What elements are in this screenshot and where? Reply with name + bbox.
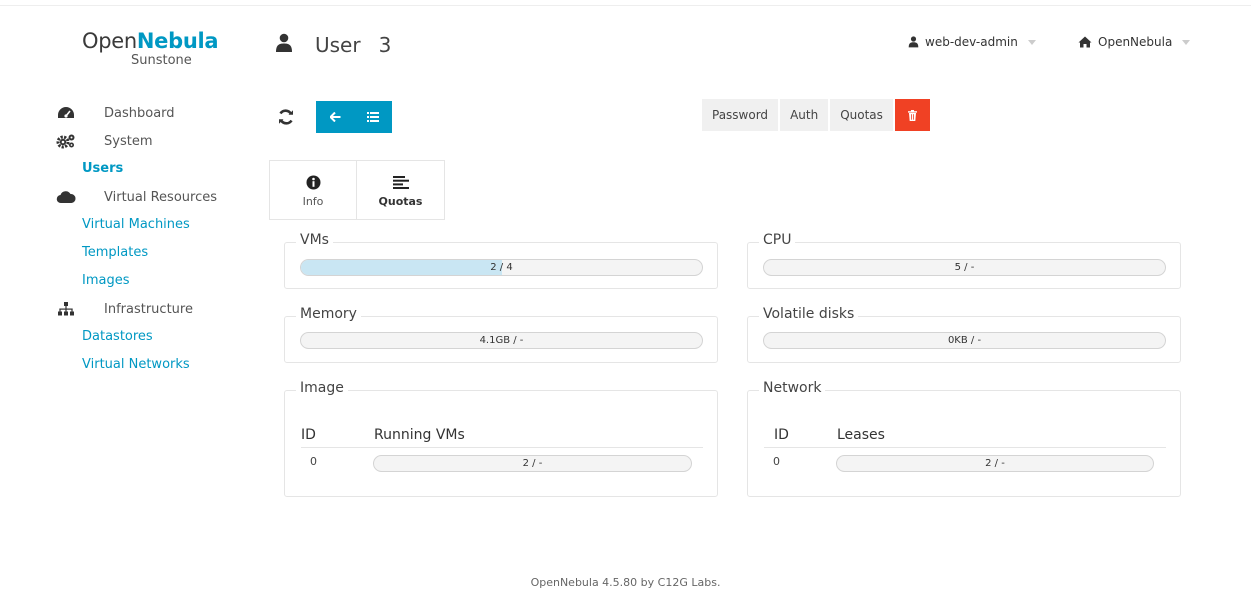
panel-title: Image	[296, 380, 348, 396]
sidebar-item-infrastructure[interactable]: Infrastructure	[55, 299, 255, 319]
tab-label: Info	[302, 195, 324, 208]
sidebar-item-templates[interactable]: Templates	[82, 243, 255, 263]
tab-info[interactable]: Info	[269, 160, 357, 220]
cpu-quota-bar: 5 / -	[763, 259, 1166, 276]
user-icon	[275, 33, 293, 57]
table-cell-id: 0	[310, 455, 317, 468]
sidebar-item-dashboard[interactable]: Dashboard	[55, 103, 255, 123]
panel-title: Volatile disks	[759, 306, 859, 322]
progress-text: 5 / -	[954, 262, 975, 273]
footer: OpenNebula 4.5.80 by C12G Labs.	[530, 576, 721, 589]
logo-open: Open	[82, 29, 137, 53]
cloud-icon	[55, 189, 77, 205]
chevron-down-icon	[1182, 39, 1191, 45]
sidebar-item-users[interactable]: Users	[82, 159, 255, 179]
running-vms-quota-bar: 2 / -	[373, 455, 692, 472]
progress-text: 2 / -	[522, 458, 543, 469]
delete-button[interactable]	[894, 99, 930, 131]
zone-name: OpenNebula	[1098, 35, 1173, 49]
tabs: Info Quotas	[269, 160, 445, 220]
sitemap-icon	[55, 301, 77, 317]
navigation-buttons	[316, 101, 392, 133]
user-actions: Password Auth Quotas	[702, 99, 930, 131]
memory-quota-panel: Memory 4.1GB / -	[284, 306, 718, 363]
zone-menu[interactable]: OpenNebula	[1078, 35, 1191, 49]
column-header-id: ID	[301, 427, 316, 443]
panel-title: Memory	[296, 306, 361, 322]
tab-label: Quotas	[378, 195, 423, 208]
user-menu[interactable]: web-dev-admin	[908, 35, 1036, 49]
sidebar: Dashboard System Users Virtual Resources…	[55, 103, 255, 383]
column-header-leases: Leases	[837, 427, 885, 443]
sidebar-item-virtual-resources[interactable]: Virtual Resources	[55, 187, 255, 207]
list-view-button[interactable]	[354, 101, 392, 133]
sidebar-item-virtual-machines[interactable]: Virtual Machines	[82, 215, 255, 235]
table-cell-id: 0	[773, 455, 780, 468]
leases-quota-bar: 2 / -	[836, 455, 1154, 472]
progress-text: 0KB / -	[947, 335, 982, 346]
top-border	[0, 0, 1251, 6]
list-icon	[367, 112, 379, 122]
vms-quota-panel: VMs 2 / 4	[284, 232, 718, 289]
panel-title: Network	[759, 380, 826, 396]
sidebar-item-system[interactable]: System	[55, 131, 255, 151]
progress-text: 2 / -	[985, 458, 1005, 469]
sidebar-item-datastores[interactable]: Datastores	[82, 327, 255, 347]
cogs-icon	[55, 133, 77, 149]
image-quota-panel: Image ID Running VMs 0 2 / -	[284, 380, 718, 497]
volatile-disks-quota-panel: Volatile disks 0KB / -	[747, 306, 1181, 363]
home-icon	[1078, 36, 1092, 48]
vms-quota-bar: 2 / 4	[300, 259, 703, 276]
chevron-down-icon	[1027, 39, 1036, 45]
sidebar-item-label: Virtual Resources	[104, 189, 218, 205]
quotas-button[interactable]: Quotas	[830, 99, 893, 131]
page-title-text: User	[315, 33, 361, 57]
panel-title: VMs	[296, 232, 333, 248]
arrow-left-icon	[329, 112, 340, 122]
opennebula-logo[interactable]: OpenNebula Sunstone	[82, 29, 219, 68]
user-id: 3	[378, 33, 392, 57]
sidebar-item-label: Dashboard	[104, 105, 175, 121]
page-title: User 3	[275, 33, 391, 57]
panel-title: CPU	[759, 232, 796, 248]
memory-quota-bar: 4.1GB / -	[300, 332, 703, 349]
dashboard-icon	[55, 105, 77, 121]
column-header-running-vms: Running VMs	[374, 427, 465, 443]
sidebar-item-virtual-networks[interactable]: Virtual Networks	[82, 355, 255, 375]
logo-sunstone: Sunstone	[131, 53, 192, 68]
sidebar-item-label: System	[104, 133, 153, 149]
user-icon	[908, 36, 919, 48]
info-icon	[306, 172, 321, 192]
column-header-id: ID	[774, 427, 789, 443]
refresh-icon	[279, 109, 293, 125]
sidebar-item-images[interactable]: Images	[82, 271, 255, 291]
network-quota-panel: Network ID Leases 0 2 / -	[747, 380, 1181, 497]
progress-text: 2 / 4	[490, 262, 513, 273]
username: web-dev-admin	[925, 35, 1018, 49]
auth-button[interactable]: Auth	[780, 99, 829, 131]
table-divider	[301, 447, 703, 448]
align-left-icon	[392, 172, 409, 192]
tab-quotas[interactable]: Quotas	[357, 160, 445, 220]
back-button[interactable]	[316, 101, 354, 133]
table-divider	[764, 447, 1166, 448]
trash-icon	[907, 109, 917, 121]
logo-nebula: Nebula	[136, 29, 219, 53]
refresh-button[interactable]	[277, 108, 295, 126]
cpu-quota-panel: CPU 5 / -	[747, 232, 1181, 289]
sidebar-item-label: Infrastructure	[104, 301, 193, 317]
password-button[interactable]: Password	[702, 99, 779, 131]
progress-text: 4.1GB / -	[479, 335, 524, 346]
volatile-disks-quota-bar: 0KB / -	[763, 332, 1166, 349]
